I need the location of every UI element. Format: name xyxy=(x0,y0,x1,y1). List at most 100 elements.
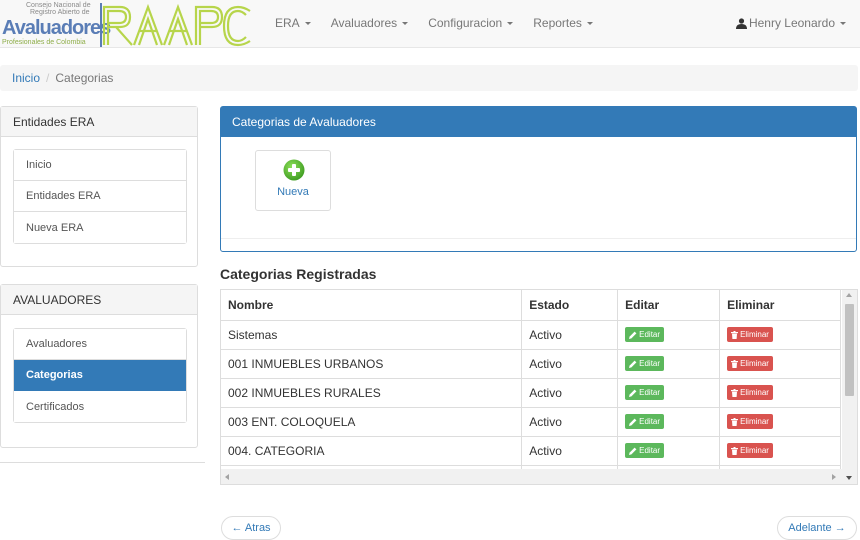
scrollbar-thumb[interactable] xyxy=(845,304,854,396)
edit-button-label: Editar xyxy=(639,417,661,426)
delete-button[interactable]: Eliminar xyxy=(727,356,773,371)
categories-table-container[interactable]: Nombre Estado Editar Eliminar Sistemas Ac… xyxy=(220,289,858,485)
scroll-left-icon[interactable] xyxy=(225,474,229,480)
delete-button-label: Eliminar xyxy=(740,330,769,339)
cell-estado: Activo xyxy=(521,378,619,408)
sidebar-era-list: Inicio Entidades ERA Nueva ERA xyxy=(13,149,187,244)
menu-era[interactable]: ERA xyxy=(265,16,321,30)
brand-title: Avaluadores xyxy=(2,17,111,39)
cell-nombre: 004. CATEGORIA xyxy=(221,436,523,466)
breadcrumb: Inicio / Categorias xyxy=(0,65,858,91)
trash-icon xyxy=(731,330,739,339)
delete-button[interactable]: Eliminar xyxy=(727,327,773,342)
cell-nombre: 002 INMUEBLES RURALES xyxy=(221,378,523,408)
header-nombre: Nombre xyxy=(221,290,523,321)
delete-button[interactable]: Eliminar xyxy=(727,443,773,458)
menu-avaluadores[interactable]: Avaluadores xyxy=(321,16,419,30)
sidebar-item-nueva-era[interactable]: Nueva ERA xyxy=(14,212,186,243)
new-category-button[interactable]: Nueva xyxy=(255,150,331,211)
sidebar-item-entidades-era[interactable]: Entidades ERA xyxy=(14,181,186,212)
sidebar-item-categorias[interactable]: Categorias xyxy=(14,360,186,391)
header-estado: Estado xyxy=(521,290,619,321)
menu-configuracion[interactable]: Configuracion xyxy=(418,16,523,30)
user-menu[interactable]: Henry Leonardo xyxy=(735,0,846,46)
brand-subtitle-3: Profesionales de Colombia xyxy=(2,39,86,46)
delete-button[interactable]: Eliminar xyxy=(727,385,773,400)
scroll-down-icon[interactable] xyxy=(846,476,852,480)
panel-divider xyxy=(221,238,856,239)
cell-editar: Editar xyxy=(617,320,721,350)
table-row: 004. CATEGORIA Activo Editar Eliminar xyxy=(221,436,841,466)
header-editar: Editar xyxy=(617,290,721,321)
cell-eliminar: Eliminar xyxy=(719,436,841,466)
edit-button[interactable]: Editar xyxy=(625,385,665,400)
plus-circle-icon xyxy=(283,159,305,181)
edit-button-label: Editar xyxy=(639,388,661,397)
cell-nombre: 001 INMUEBLES URBANOS xyxy=(221,349,523,379)
cell-estado: Activo xyxy=(521,436,619,466)
trash-icon xyxy=(731,359,739,368)
cell-estado: Activo xyxy=(521,320,619,350)
vertical-scrollbar[interactable] xyxy=(842,290,857,484)
scroll-right-icon[interactable] xyxy=(832,474,836,480)
cell-estado: Activo xyxy=(521,349,619,379)
breadcrumb-home-link[interactable]: Inicio xyxy=(12,71,40,85)
menu-reportes[interactable]: Reportes xyxy=(523,16,603,30)
new-category-label: Nueva xyxy=(277,186,309,198)
delete-button[interactable]: Eliminar xyxy=(727,414,773,429)
chevron-down-icon xyxy=(402,21,409,25)
section-title: Categorias Registradas xyxy=(220,266,377,282)
cell-nombre: 003 ENT. COLOQUELA xyxy=(221,407,523,437)
table-header-row: Nombre Estado Editar Eliminar xyxy=(221,290,841,321)
sidebar-divider xyxy=(0,462,205,463)
edit-button[interactable]: Editar xyxy=(625,414,665,429)
cell-editar: Editar xyxy=(617,378,721,408)
previous-page-button[interactable]: ← Atras xyxy=(221,516,281,540)
sidebar-avaluadores-panel: AVALUADORES Avaluadores Categorias Certi… xyxy=(0,284,198,448)
edit-button[interactable]: Editar xyxy=(625,327,665,342)
edit-button[interactable]: Editar xyxy=(625,443,665,458)
pencil-icon xyxy=(629,389,637,397)
menu-avaluadores-label: Avaluadores xyxy=(330,16,398,30)
sidebar-item-certificados[interactable]: Certificados xyxy=(14,391,186,422)
table-row: 002 INMUEBLES RURALES Activo Editar Elimina… xyxy=(221,378,841,408)
raapc-logo-icon[interactable] xyxy=(100,3,252,47)
edit-button-label: Editar xyxy=(639,330,661,339)
edit-button-label: Editar xyxy=(639,359,661,368)
cell-eliminar: Eliminar xyxy=(719,320,841,350)
cell-eliminar: Eliminar xyxy=(719,349,841,379)
edit-button[interactable]: Editar xyxy=(625,356,665,371)
horizontal-scrollbar[interactable] xyxy=(221,469,842,484)
table-row: 001 INMUEBLES URBANOS Activo Editar Elimina… xyxy=(221,349,841,379)
table-row: Sistemas Activo Editar Eliminar xyxy=(221,320,841,350)
brand-logo[interactable]: Consejo Nacional de Registro Abierto de … xyxy=(0,1,111,47)
sidebar-avaluadores-list: Avaluadores Categorias Certificados xyxy=(13,328,187,423)
chevron-down-icon xyxy=(304,21,311,25)
delete-button-label: Eliminar xyxy=(740,417,769,426)
menu-configuracion-label: Configuracion xyxy=(428,16,503,30)
delete-button-label: Eliminar xyxy=(740,359,769,368)
chevron-down-icon xyxy=(586,21,593,25)
menu-reportes-label: Reportes xyxy=(533,16,582,30)
cell-estado: Activo xyxy=(521,407,619,437)
breadcrumb-separator: / xyxy=(46,71,50,85)
categorias-panel: Categorias de Avaluadores Nueva xyxy=(220,106,857,252)
next-page-button[interactable]: Adelante → xyxy=(777,516,857,540)
sidebar-item-avaluadores[interactable]: Avaluadores xyxy=(14,329,186,360)
sidebar-era-title: Entidades ERA xyxy=(1,107,197,137)
cell-editar: Editar xyxy=(617,407,721,437)
trash-icon xyxy=(731,388,739,397)
pencil-icon xyxy=(629,331,637,339)
pencil-icon xyxy=(629,447,637,455)
user-icon xyxy=(735,17,747,29)
trash-icon xyxy=(731,417,739,426)
brand-subtitle-2: Registro Abierto de xyxy=(30,9,90,16)
pencil-icon xyxy=(629,418,637,426)
breadcrumb-current: Categorias xyxy=(55,71,114,85)
chevron-down-icon xyxy=(507,21,514,25)
user-name: Henry Leonardo xyxy=(748,16,835,30)
table-body: Sistemas Activo Editar Eliminar 001 INMUEBLE… xyxy=(221,320,841,484)
cell-eliminar: Eliminar xyxy=(719,407,841,437)
scroll-up-icon[interactable] xyxy=(846,293,852,297)
sidebar-item-inicio[interactable]: Inicio xyxy=(14,150,186,181)
